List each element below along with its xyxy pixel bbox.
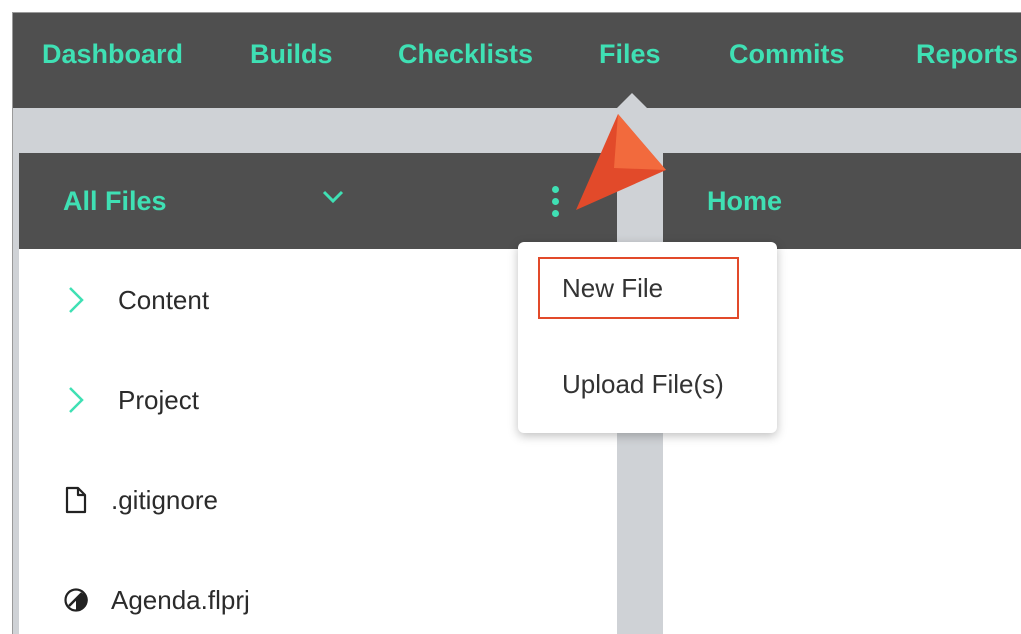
tree-item-file[interactable]: Agenda.flprj — [19, 569, 579, 629]
folder-selector-label[interactable]: All Files — [63, 186, 167, 217]
menu-item-upload-files[interactable]: Upload File(s) — [518, 353, 777, 413]
active-tab-indicator — [616, 93, 648, 109]
project-file-icon — [64, 588, 88, 612]
nav-checklists[interactable]: Checklists — [398, 39, 533, 70]
file-icon — [65, 486, 87, 514]
file-browser-header: All Files — [19, 153, 617, 249]
nav-commits[interactable]: Commits — [729, 39, 845, 70]
chevron-right-icon[interactable] — [63, 385, 89, 415]
tree-item-label: Project — [118, 385, 199, 415]
tree-item-folder[interactable]: Content — [19, 269, 579, 329]
chevron-down-icon[interactable] — [321, 187, 345, 207]
tree-item-label: Agenda.flprj — [111, 585, 250, 615]
nav-files[interactable]: Files — [599, 39, 661, 70]
nav-dashboard[interactable]: Dashboard — [42, 39, 183, 70]
file-actions-menu: New File Upload File(s) — [518, 242, 777, 433]
menu-item-label: New File — [562, 273, 664, 303]
nav-reports[interactable]: Reports — [916, 39, 1018, 70]
tree-item-file[interactable]: .gitignore — [19, 469, 579, 529]
content-header: Home — [663, 153, 1021, 249]
tree-item-label: Content — [118, 285, 210, 315]
kebab-menu-icon[interactable] — [549, 186, 561, 220]
nav-builds[interactable]: Builds — [250, 39, 333, 70]
tree-item-folder[interactable]: Project — [19, 369, 579, 429]
top-navigation: Dashboard Builds Checklists Files Commit… — [13, 13, 1021, 109]
chevron-right-icon[interactable] — [63, 285, 89, 315]
menu-item-label: Upload File(s) — [562, 369, 724, 399]
tree-item-label: .gitignore — [111, 485, 218, 515]
app-window: Dashboard Builds Checklists Files Commit… — [12, 12, 1021, 634]
breadcrumb-home[interactable]: Home — [707, 186, 782, 217]
menu-item-new-file[interactable]: New File — [518, 257, 777, 317]
